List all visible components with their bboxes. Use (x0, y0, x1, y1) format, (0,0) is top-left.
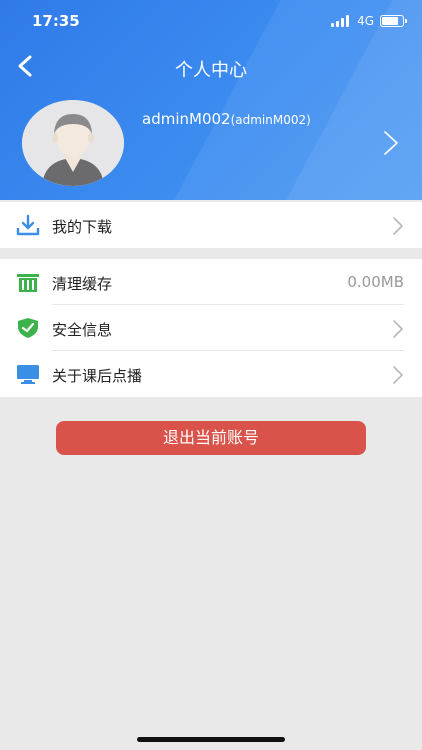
chevron-right-icon (393, 320, 403, 338)
menu-section-downloads: 我的下载 (0, 202, 422, 248)
menu-item-downloads[interactable]: 我的下载 (0, 202, 422, 248)
menu-item-security[interactable]: 安全信息 (0, 305, 422, 351)
chevron-right-icon (393, 366, 403, 384)
status-bar: 17:35 4G (0, 0, 422, 40)
default-avatar-icon (22, 100, 124, 186)
header-banner: 17:35 4G 个人中心 adminM002(adminM002) (0, 0, 422, 200)
menu-item-label: 安全信息 (52, 321, 113, 339)
menu-item-clear-cache[interactable]: 清理缓存 0.00MB (0, 259, 422, 305)
chevron-right-icon (384, 131, 398, 155)
network-type: 4G (357, 14, 374, 28)
status-time: 17:35 (32, 12, 80, 30)
menu-section-settings: 清理缓存 0.00MB 安全信息 关于课后点播 (0, 259, 422, 397)
menu-item-label: 我的下载 (52, 218, 113, 236)
battery-icon (380, 15, 407, 27)
cache-size: 0.00MB (347, 273, 404, 291)
account-id: (adminM002) (230, 113, 311, 127)
chevron-right-icon (393, 217, 403, 235)
menu-item-about[interactable]: 关于课后点播 (0, 351, 422, 397)
monitor-icon (17, 365, 39, 384)
trash-icon (17, 274, 39, 292)
menu-item-label: 清理缓存 (52, 275, 113, 293)
home-indicator[interactable] (137, 737, 285, 742)
logout-button[interactable]: 退出当前账号 (56, 421, 366, 455)
profile-card[interactable]: adminM002(adminM002) (0, 96, 422, 196)
username: adminM002(adminM002) (142, 110, 311, 128)
page-title: 个人中心 (175, 60, 247, 81)
download-icon (16, 214, 40, 236)
signal-icon (331, 15, 351, 27)
shield-check-icon (18, 318, 38, 338)
username-text: adminM002 (142, 110, 231, 128)
menu-item-label: 关于课后点播 (52, 367, 143, 385)
